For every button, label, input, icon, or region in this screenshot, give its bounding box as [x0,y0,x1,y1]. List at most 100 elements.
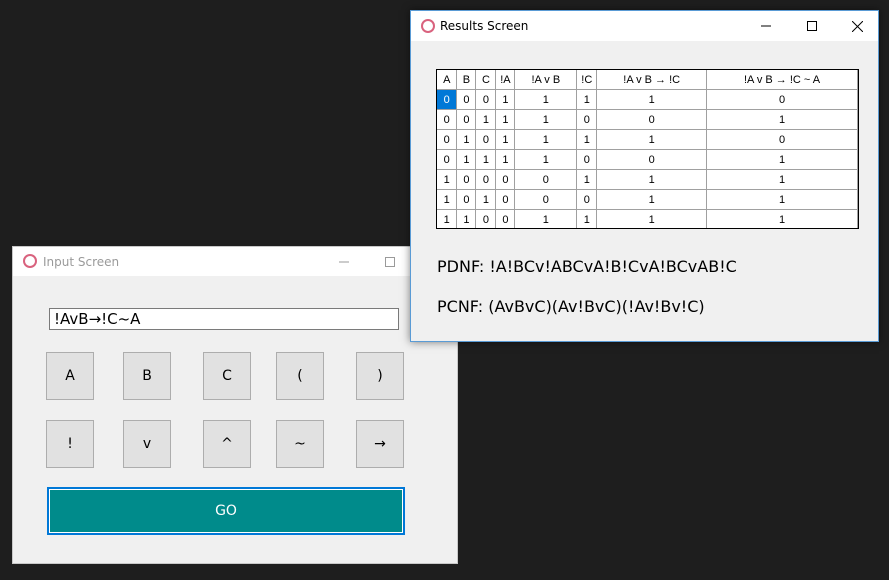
truth-table: A B C !A !A v B !C !A v B → !C !A v B → !C ~ A … [437,70,858,228]
key-or-button[interactable]: v [123,420,171,468]
key-close-paren-button[interactable]: ) [356,352,404,400]
go-button[interactable]: GO [47,487,405,535]
key-c-button[interactable]: C [203,352,251,400]
column-header[interactable]: B [456,70,477,90]
table-cell[interactable]: 1 [475,109,497,130]
table-cell[interactable]: 0 [475,89,497,110]
key-b-button[interactable]: B [123,352,171,400]
app-ring-icon [23,254,37,268]
table-cell[interactable]: 1 [514,209,578,228]
table-cell[interactable]: 1 [495,89,516,110]
column-header[interactable]: !A v B [514,70,578,90]
table-cell[interactable]: 1 [475,189,497,210]
maximize-button[interactable] [789,11,835,41]
close-icon [851,20,863,32]
results-window-titlebar[interactable]: Results Screen [411,11,878,41]
table-cell[interactable]: 1 [576,129,598,150]
maximize-icon [807,21,817,31]
table-cell[interactable]: 0 [475,169,497,190]
table-row[interactable]: 11001111 [437,209,858,228]
table-cell[interactable]: 1 [495,149,516,170]
table-cell[interactable]: 1 [596,209,708,228]
app-ring-icon [421,19,435,33]
table-cell[interactable]: 1 [596,129,708,150]
table-cell[interactable]: 1 [514,89,578,110]
column-header[interactable]: A [437,70,458,90]
table-cell[interactable]: 0 [456,109,477,130]
table-cell[interactable]: 0 [437,109,458,130]
table-row[interactable]: 00011110 [437,89,858,110]
table-cell[interactable]: 1 [596,189,708,210]
table-row[interactable]: 10000111 [437,169,858,190]
table-cell[interactable]: 0 [495,169,516,190]
maximize-button[interactable] [375,247,405,277]
key-equiv-button[interactable]: ~ [276,420,324,468]
table-cell[interactable]: 1 [495,109,516,130]
maximize-icon [385,257,395,267]
table-cell[interactable]: 0 [437,89,458,110]
column-header[interactable]: !A v B → !C [596,70,708,90]
table-cell[interactable]: 0 [456,89,477,110]
table-row[interactable]: 01011110 [437,129,858,150]
key-a-button[interactable]: A [46,352,94,400]
table-cell[interactable]: 1 [596,169,708,190]
results-window: Results Screen A B C !A !A v B !C !A v B → !C!… [410,10,879,342]
table-cell[interactable]: 0 [475,129,497,150]
table-cell[interactable]: 0 [514,169,578,190]
column-header[interactable]: !C [576,70,598,90]
table-cell[interactable]: 0 [706,89,858,110]
table-cell[interactable]: 0 [475,209,497,228]
table-row[interactable]: 00111001 [437,109,858,130]
key-and-button[interactable]: ^ [203,420,251,468]
table-cell[interactable]: 0 [437,149,458,170]
table-row[interactable]: 01111001 [437,149,858,170]
key-open-paren-button[interactable]: ( [276,352,324,400]
column-header[interactable]: !A [495,70,516,90]
table-cell[interactable]: 1 [576,89,598,110]
table-cell[interactable]: 1 [456,149,477,170]
table-cell[interactable]: 1 [514,149,578,170]
results-window-title: Results Screen [440,19,529,33]
table-cell[interactable]: 1 [495,129,516,150]
column-header[interactable]: C [475,70,497,90]
table-cell[interactable]: 0 [495,189,516,210]
table-cell[interactable]: 1 [437,169,458,190]
table-cell[interactable]: 0 [706,129,858,150]
table-cell[interactable]: 0 [456,189,477,210]
expression-input[interactable] [49,308,399,330]
table-cell[interactable]: 1 [706,209,858,228]
column-header[interactable]: !A v B → !C ~ A [706,70,858,90]
table-cell[interactable]: 1 [706,109,858,130]
table-cell[interactable]: 1 [456,129,477,150]
table-cell[interactable]: 0 [576,149,598,170]
table-cell[interactable]: 1 [576,209,598,228]
table-cell[interactable]: 1 [475,149,497,170]
table-cell[interactable]: 1 [437,189,458,210]
minimize-button[interactable] [329,247,359,277]
table-row[interactable]: 10100011 [437,189,858,210]
table-cell[interactable]: 1 [456,209,477,228]
table-cell[interactable]: 1 [706,169,858,190]
table-cell[interactable]: 0 [437,129,458,150]
table-cell[interactable]: 1 [596,89,708,110]
table-cell[interactable]: 0 [576,109,598,130]
table-cell[interactable]: 0 [495,209,516,228]
table-cell[interactable]: 0 [596,149,708,170]
table-cell[interactable]: 0 [596,109,708,130]
truth-table-grid[interactable]: A B C !A !A v B !C !A v B → !C !A v B → !C ~ A … [436,69,859,229]
input-window-titlebar[interactable]: Input Screen [13,247,457,276]
table-cell[interactable]: 1 [514,129,578,150]
table-cell[interactable]: 0 [456,169,477,190]
table-cell[interactable]: 1 [706,149,858,170]
table-cell[interactable]: 0 [514,189,578,210]
table-cell[interactable]: 1 [514,109,578,130]
key-not-button[interactable]: ! [46,420,94,468]
table-cell[interactable]: 1 [706,189,858,210]
key-implies-button[interactable]: → [356,420,404,468]
table-cell[interactable]: 1 [437,209,458,228]
close-button[interactable] [835,11,879,41]
minimize-button[interactable] [743,11,789,41]
table-cell[interactable]: 1 [576,169,598,190]
table-cell[interactable]: 0 [576,189,598,210]
minimize-icon [339,261,349,263]
